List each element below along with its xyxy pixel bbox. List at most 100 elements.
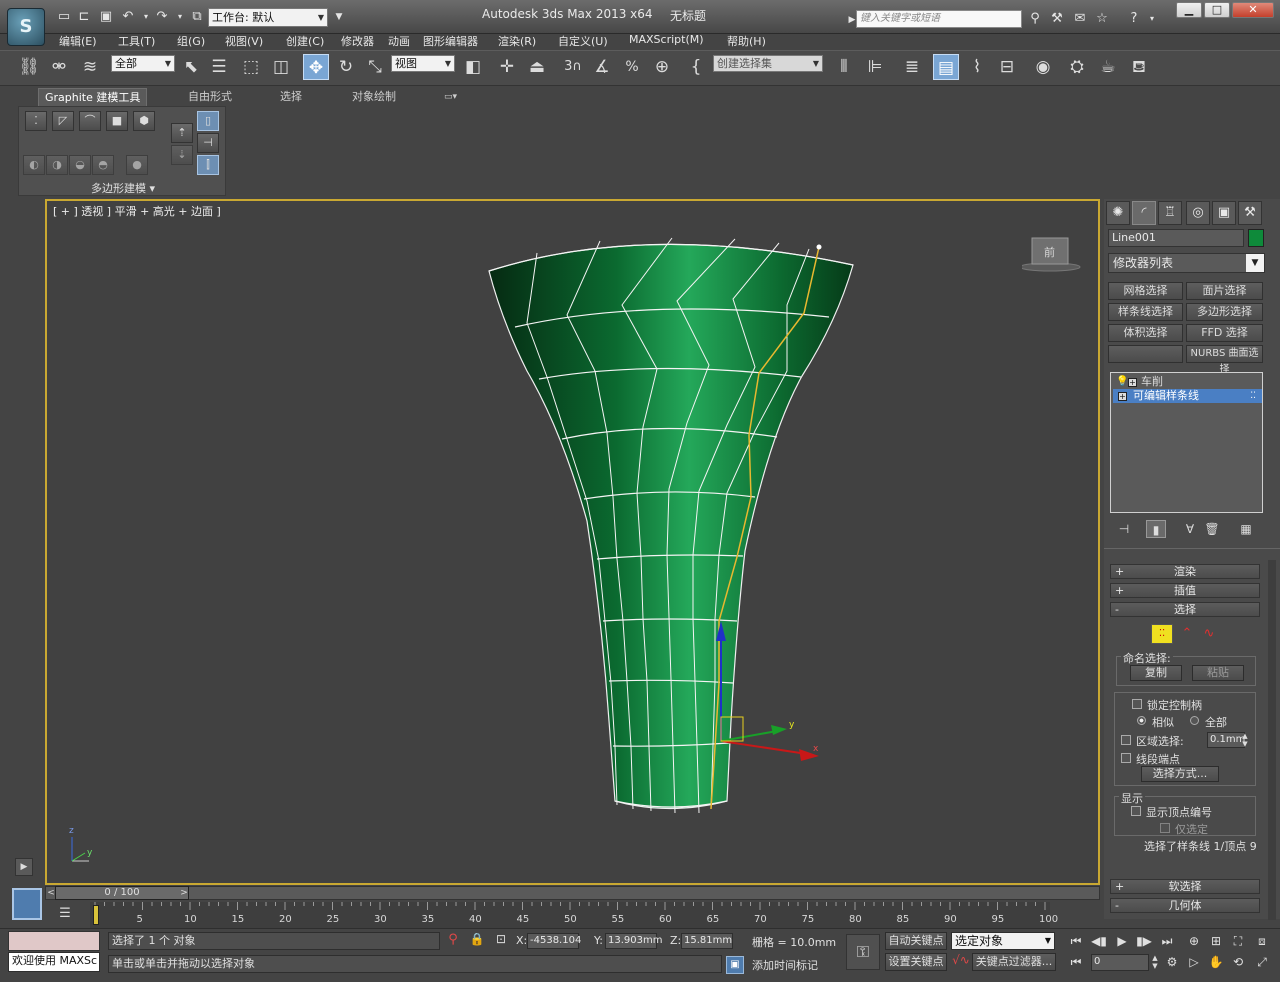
binoculars-icon[interactable]: ⚲: [1026, 10, 1044, 28]
segment-end-checkbox[interactable]: [1121, 753, 1131, 763]
zoom-all-icon[interactable]: ⊞: [1206, 932, 1226, 950]
selected-only-checkbox[interactable]: [1160, 823, 1170, 833]
ribbon-options-icon[interactable]: ▭▾: [438, 88, 463, 106]
open-file-icon[interactable]: ⊏: [75, 8, 93, 26]
spline-vertex[interactable]: [816, 244, 822, 250]
undo-dropdown-icon[interactable]: ▾: [141, 8, 151, 26]
spline-select-button[interactable]: 样条线选择: [1108, 303, 1183, 321]
stack-item-editable-spline[interactable]: + 可编辑样条线 ⁚⁚: [1113, 389, 1262, 403]
add-time-tag[interactable]: 添加时间标记: [752, 957, 818, 973]
pivot-center-icon[interactable]: ◧: [460, 54, 486, 80]
element-mode-icon[interactable]: ⬢: [133, 111, 155, 131]
area-selection-checkbox[interactable]: [1121, 735, 1131, 745]
show-vertex-numbers-checkbox[interactable]: [1131, 806, 1141, 816]
quick-access-menu-icon[interactable]: ▼: [330, 8, 348, 26]
motion-tab-icon[interactable]: ◎: [1186, 201, 1210, 225]
key-mode-toggle-icon[interactable]: ⏮: [1066, 953, 1086, 971]
menu-graph-editors[interactable]: 图形编辑器: [423, 33, 478, 49]
segment-level-icon[interactable]: ⌃: [1177, 626, 1197, 644]
remove-modifier-icon[interactable]: 🗑: [1202, 520, 1222, 538]
mirror-icon[interactable]: ⫴: [831, 54, 857, 80]
layer-manager-icon[interactable]: ≣: [899, 54, 925, 80]
edit-named-selection-icon[interactable]: {: [683, 54, 709, 80]
polygon-mode-icon[interactable]: ■: [106, 111, 128, 131]
ffd-select-button[interactable]: FFD 选择: [1186, 324, 1263, 342]
modifier-list-dropdown[interactable]: 修改器列表 ▼: [1108, 253, 1265, 273]
menu-create[interactable]: 创建(C): [286, 33, 324, 49]
select-and-move-icon[interactable]: ✥: [303, 54, 329, 80]
help-dropdown-icon[interactable]: ▾: [1147, 10, 1157, 28]
select-by-name-icon[interactable]: ☰: [206, 54, 232, 80]
object-name-field[interactable]: Line001: [1108, 229, 1244, 247]
modify-tab-icon[interactable]: ◜: [1132, 201, 1156, 225]
lock-selection-icon[interactable]: 🔒: [468, 932, 486, 950]
menu-group[interactable]: 组(G): [177, 33, 205, 49]
tab-object-paint[interactable]: 对象绘制: [346, 88, 402, 106]
copy-button[interactable]: 复制: [1130, 665, 1182, 681]
graphite-toggle-icon[interactable]: ▤: [933, 54, 959, 80]
time-tag-icon[interactable]: ▣: [726, 956, 744, 974]
link-icon[interactable]: ⛓: [16, 54, 42, 80]
rollout-selection[interactable]: - 选择: [1110, 602, 1260, 617]
rendered-frame-icon[interactable]: ☕: [1095, 54, 1121, 80]
set-key-button[interactable]: 设置关键点: [885, 953, 947, 971]
curve-editor-icon[interactable]: ⌇: [964, 54, 990, 80]
close-button[interactable]: ✕: [1232, 2, 1274, 18]
y-coordinate-input[interactable]: 13.903mm: [605, 933, 662, 949]
frame-spinner-icon[interactable]: ▲ ▼: [1150, 954, 1160, 971]
minimize-button[interactable]: ▁: [1176, 2, 1202, 18]
vertex-mode-icon[interactable]: ⁚: [25, 111, 47, 131]
redo-icon[interactable]: ↷: [153, 8, 171, 26]
menu-animation[interactable]: 动画: [388, 33, 410, 49]
orbit-icon[interactable]: ⟲: [1228, 953, 1248, 971]
utilities-tab-icon[interactable]: ⚒: [1238, 201, 1262, 225]
expand-plus-icon[interactable]: +: [1118, 392, 1127, 401]
redo-dropdown-icon[interactable]: ▾: [175, 8, 185, 26]
key-filters-button[interactable]: 关键点过滤器...: [972, 953, 1056, 971]
mini-curve-editor-button[interactable]: [12, 888, 42, 920]
named-selection-dropdown[interactable]: 创建选择集 ▼: [713, 55, 823, 72]
schematic-view-icon[interactable]: ⊟: [994, 54, 1020, 80]
menu-views[interactable]: 视图(V): [225, 33, 263, 49]
communication-icon[interactable]: ✉: [1071, 10, 1089, 28]
maximize-button[interactable]: □: [1204, 2, 1230, 18]
create-tab-icon[interactable]: ✺: [1106, 201, 1130, 225]
next-frame-icon[interactable]: ▮▶: [1134, 932, 1154, 950]
menu-maxscript[interactable]: MAXScript(M): [629, 33, 704, 46]
select-and-scale-icon[interactable]: ⤡: [362, 54, 388, 80]
subscription-icon[interactable]: ⚒: [1048, 10, 1066, 28]
material-editor-icon[interactable]: ◉: [1030, 54, 1056, 80]
percent-snap-icon[interactable]: %: [619, 54, 645, 80]
favorites-star-icon[interactable]: ☆: [1093, 10, 1111, 28]
play-icon[interactable]: ▶: [1112, 932, 1132, 950]
save-icon[interactable]: ▣: [97, 8, 115, 26]
bind-space-warp-icon[interactable]: ≋: [77, 54, 103, 80]
patch-select-button[interactable]: 面片选择: [1186, 282, 1263, 300]
undo-icon[interactable]: ↶: [119, 8, 137, 26]
stack-item-lathe[interactable]: 💡 + 车削: [1113, 375, 1262, 389]
command-panel-scrollbar[interactable]: [1268, 560, 1276, 920]
grow-icon[interactable]: ◐: [23, 155, 45, 175]
nurbs-select-button[interactable]: NURBS 曲面选择: [1186, 345, 1263, 375]
zoom-extents-all-icon[interactable]: ⧈: [1252, 932, 1272, 950]
ring-icon[interactable]: ◒: [69, 155, 91, 175]
similar-radio[interactable]: [1137, 716, 1146, 725]
render-production-icon[interactable]: ⛾: [1126, 54, 1152, 80]
absolute-mode-icon[interactable]: ⊡: [492, 932, 510, 950]
pan-view-icon[interactable]: ✋: [1206, 953, 1226, 971]
menu-modifiers[interactable]: 修改器: [341, 33, 374, 49]
help-icon[interactable]: ?: [1125, 10, 1143, 28]
project-folder-icon[interactable]: ⧉: [188, 8, 206, 26]
modify-mode-icon[interactable]: ⇡: [171, 123, 193, 143]
tab-freeform[interactable]: 自由形式: [182, 88, 238, 106]
perspective-viewport[interactable]: [ + ] 透视 ] 平滑 + 高光 + 边面 ] y x z y: [45, 199, 1100, 885]
snaps-toggle-icon[interactable]: 3∩: [560, 54, 586, 80]
workspace-dropdown[interactable]: 工作台: 默认 ▼: [208, 8, 328, 27]
z-coordinate-input[interactable]: 15.81mm: [681, 933, 733, 949]
time-slider[interactable]: [45, 886, 1100, 900]
goto-end-icon[interactable]: ⏭: [1157, 932, 1177, 950]
app-logo-button[interactable]: S: [7, 8, 45, 46]
shrink-icon[interactable]: ◑: [46, 155, 68, 175]
selection-filter-dropdown[interactable]: 全部 ▼: [111, 55, 175, 72]
show-end-result-tool-icon[interactable]: ▮: [1146, 520, 1166, 538]
